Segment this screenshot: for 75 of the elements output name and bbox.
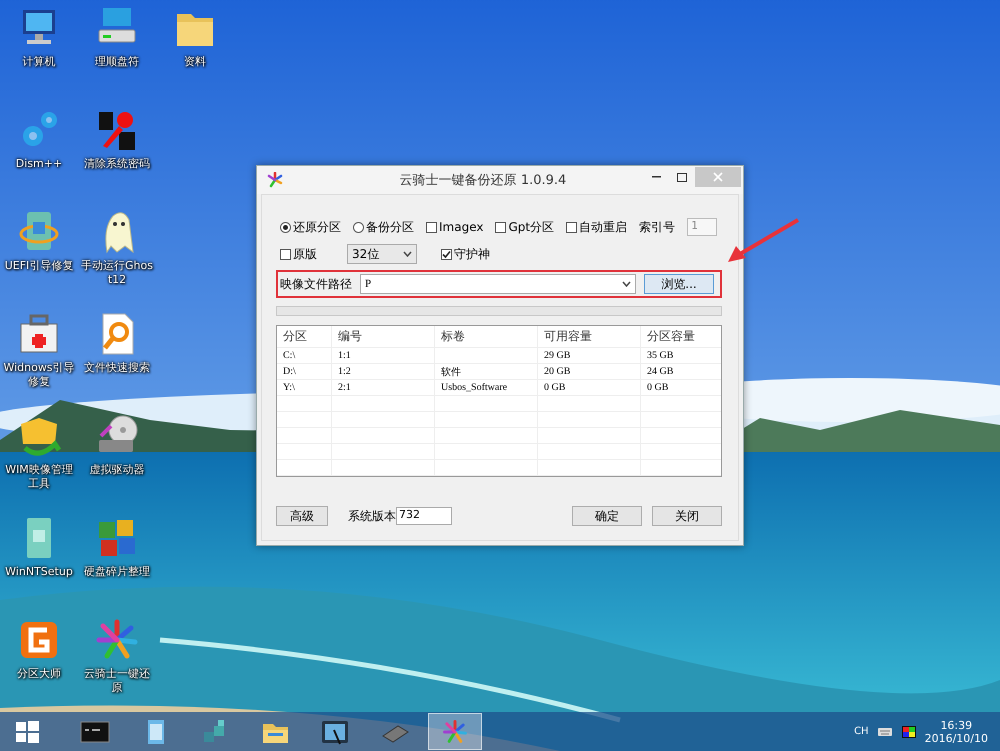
checkbox-indicator[interactable] (566, 222, 578, 232)
icon-label[interactable]: 云骑士一键还原 (79, 667, 155, 695)
color-display-icon[interactable] (900, 724, 917, 738)
radio-button[interactable]: 还原分区 (280, 218, 341, 236)
column-header: 可用容量 (538, 326, 640, 348)
table-cell: 20 GB (538, 364, 640, 380)
table-cell: 35 GB (640, 348, 721, 364)
table-row[interactable]: C:\ 1:1 29 GB 35 GB (277, 348, 721, 364)
icon-label[interactable]: 计算机 (1, 55, 77, 69)
version-field[interactable]: 732 (396, 507, 452, 525)
checkbox-indicator[interactable] (495, 222, 506, 232)
checkbox[interactable]: 守护神 (441, 246, 490, 262)
table-cell: Y:\ (277, 380, 332, 396)
column-header: 分区 (277, 326, 332, 348)
path-combobox[interactable]: P (360, 274, 636, 294)
checkbox[interactable]: 原版 (280, 246, 317, 262)
close-dialog-button[interactable]: 关闭 (652, 506, 722, 526)
keyboard-icon[interactable] (876, 726, 893, 738)
checkbox-indicator[interactable] (441, 248, 452, 260)
table-cell: 29 GB (538, 348, 640, 364)
radio-button[interactable]: 备份分区 (353, 218, 414, 236)
icon-label[interactable]: 清除系统密码 (79, 157, 155, 171)
table-cell: 0 GB (640, 380, 721, 396)
icon-label[interactable]: UEFI引导修复 (1, 259, 77, 273)
checkbox[interactable]: Imagex (426, 220, 484, 234)
table-row[interactable]: D:\ 1:2 软件 20 GB 24 GB (277, 364, 721, 380)
icon-label[interactable]: 虚拟驱动器 (79, 463, 155, 477)
table-cell: 1:2 (332, 364, 434, 380)
table-cell: 2:1 (332, 380, 434, 396)
table-cell: 0 GB (538, 380, 640, 396)
table-cell: 24 GB (640, 364, 721, 380)
column-header: 标卷 (434, 326, 538, 348)
icon-label[interactable]: 文件快速搜索 (79, 361, 155, 375)
index-label: 索引号 (639, 218, 676, 236)
browse-button[interactable]: 浏览... (644, 274, 714, 294)
radio-indicator[interactable] (280, 222, 291, 232)
icon-label[interactable]: WinNTSetup (1, 565, 77, 579)
column-header: 编号 (332, 326, 434, 348)
bits-dropdown[interactable]: 32位 (347, 244, 417, 264)
caret-icon (403, 251, 412, 257)
window-title: 云骑士一键备份还原 1.0.9.4 (398, 172, 568, 189)
ok-button[interactable]: 确定 (572, 506, 642, 526)
maximize-icon (677, 172, 687, 182)
pinwheel-icon (440, 718, 470, 746)
checkbox[interactable]: 自动重启 (566, 218, 628, 236)
icon-label[interactable]: 资料 (157, 55, 233, 69)
checkbox[interactable]: Gpt分区 (495, 218, 554, 236)
checkbox-indicator[interactable] (280, 248, 291, 260)
table-cell: D:\ (277, 364, 332, 380)
clock-time[interactable]: 16:39 (940, 718, 972, 732)
radio-indicator[interactable] (353, 222, 364, 232)
taskbar-button[interactable] (428, 713, 482, 750)
version-label: 系统版本 (348, 508, 396, 524)
pinwheel-icon (267, 172, 283, 188)
clock-date[interactable]: 2016/10/10 (924, 732, 988, 744)
icon-label[interactable]: 理顺盘符 (79, 55, 155, 69)
table-cell: 软件 (434, 364, 538, 380)
table-cell: 1:1 (332, 348, 434, 364)
icon-label[interactable]: WIM映像管理工具 (1, 463, 77, 491)
icon-label[interactable]: 硬盘碎片整理 (79, 565, 155, 579)
table-cell: Usbos_Software (434, 380, 538, 396)
column-header: 分区容量 (640, 326, 721, 348)
index-field[interactable]: 1 (687, 218, 718, 236)
icon-label[interactable]: 手动运行Ghost12 (79, 259, 155, 287)
advanced-button[interactable]: 高级 (276, 506, 328, 526)
checkbox-indicator[interactable] (426, 222, 437, 232)
icon-label[interactable]: 分区大师 (1, 667, 77, 681)
table-row[interactable]: Y:\ 2:1 Usbos_Software 0 GB 0 GB (277, 380, 721, 396)
icon-label[interactable]: Dism++ (1, 157, 77, 171)
minimize-icon (652, 176, 660, 178)
path-label: 映像文件路径 (280, 276, 352, 292)
language-indicator[interactable]: CH (854, 726, 869, 737)
caret-icon (622, 281, 631, 287)
close-icon (713, 172, 723, 182)
table-cell: C:\ (277, 348, 332, 364)
